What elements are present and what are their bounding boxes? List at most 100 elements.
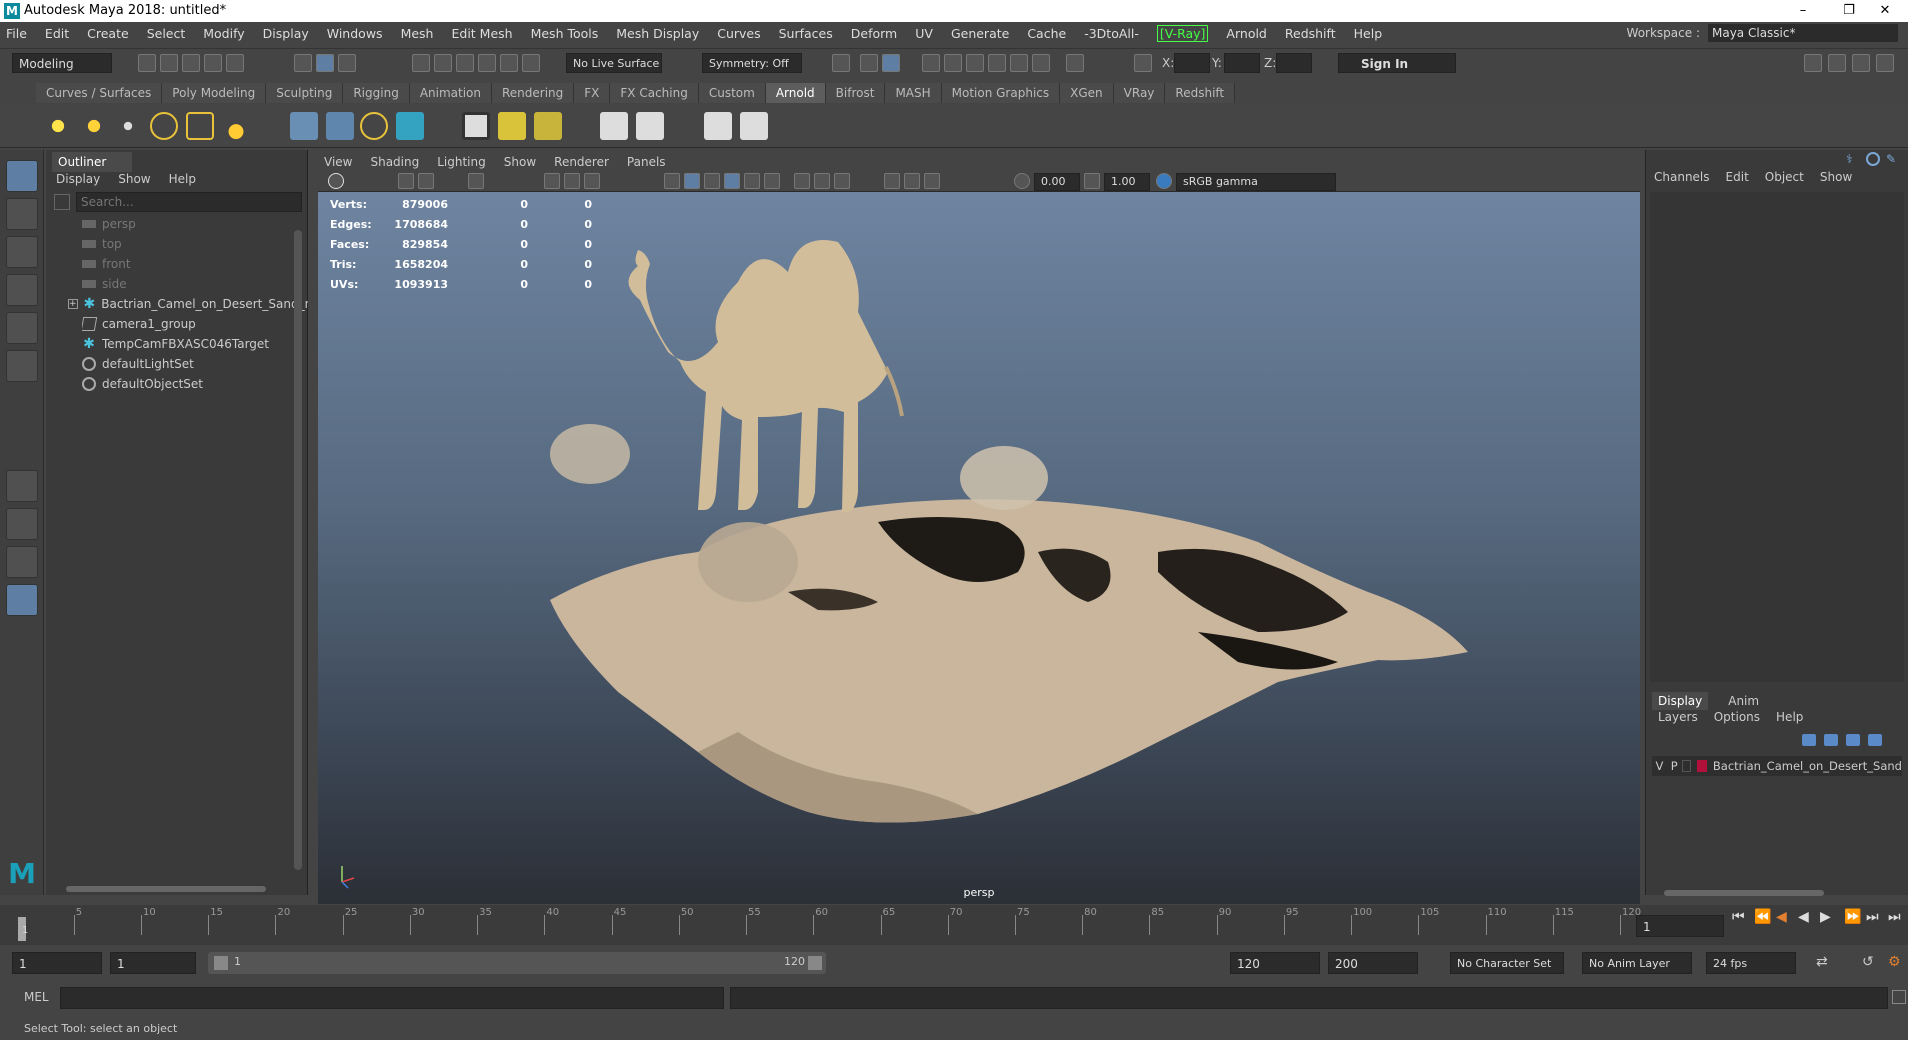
play-forwards-icon[interactable]: ▶ bbox=[1820, 909, 1831, 925]
snap-surface-icon[interactable] bbox=[500, 54, 518, 72]
single-perspective-layout-icon[interactable] bbox=[6, 470, 38, 502]
side-by-side-layout-icon[interactable] bbox=[6, 546, 38, 578]
outliner-item-camera1-group[interactable]: camera1_group bbox=[82, 314, 322, 334]
outliner-item-side[interactable]: side bbox=[82, 274, 322, 294]
select-component-icon[interactable] bbox=[338, 54, 356, 72]
channel-box-menu-object[interactable]: Object bbox=[1765, 170, 1804, 184]
redo-icon[interactable] bbox=[226, 54, 244, 72]
outliner-vertical-scrollbar[interactable] bbox=[294, 230, 302, 870]
textured-icon[interactable] bbox=[724, 173, 740, 189]
paint-select-tool-icon[interactable] bbox=[6, 236, 38, 268]
menu-surfaces[interactable]: Surfaces bbox=[779, 26, 833, 41]
channel-box-icon[interactable]: ⚕ bbox=[1846, 152, 1860, 166]
shelf-tab-redshift[interactable]: Redshift bbox=[1165, 83, 1236, 103]
shelf-tab-animation[interactable]: Animation bbox=[409, 83, 492, 103]
close-icon[interactable]: ✕ bbox=[1862, 0, 1908, 22]
play-backwards-icon[interactable]: ◀ bbox=[1798, 909, 1809, 925]
step-back-key-icon[interactable]: ◀ bbox=[1776, 909, 1787, 925]
resolution-gate-icon[interactable] bbox=[584, 173, 600, 189]
rotate-tool-icon[interactable] bbox=[6, 312, 38, 344]
character-set-dropdown[interactable]: No Character Set bbox=[1450, 952, 1564, 974]
channel-box-icon[interactable] bbox=[1876, 54, 1894, 72]
x-field[interactable] bbox=[1174, 53, 1210, 73]
layer-color-swatch[interactable] bbox=[1697, 760, 1707, 772]
shelf-tab-rendering[interactable]: Rendering bbox=[492, 83, 575, 103]
live-surface-field[interactable]: No Live Surface bbox=[566, 53, 662, 73]
display-layer-row[interactable]: V P Bactrian_Camel_on_Desert_Sand bbox=[1652, 756, 1902, 776]
viewport-menu-shading[interactable]: Shading bbox=[370, 155, 419, 169]
shelf-tab-motion-graphics[interactable]: Motion Graphics bbox=[941, 83, 1061, 103]
animation-start-field[interactable]: 1 bbox=[12, 952, 102, 974]
step-forward-frame-icon[interactable]: ⏭ bbox=[1866, 909, 1879, 925]
viewport-menu-view[interactable]: View bbox=[324, 155, 352, 169]
new-scene-icon[interactable] bbox=[138, 54, 156, 72]
menu-vray[interactable]: [V-Ray] bbox=[1156, 24, 1209, 42]
license-icon[interactable] bbox=[636, 112, 664, 140]
layer-visibility-toggle[interactable]: V bbox=[1652, 759, 1667, 773]
hypershade-icon[interactable] bbox=[966, 54, 984, 72]
volume-icon[interactable] bbox=[396, 112, 424, 140]
shelf-tab-mash[interactable]: MASH bbox=[885, 83, 942, 103]
z-field[interactable] bbox=[1276, 53, 1312, 73]
pause-icon[interactable] bbox=[1066, 54, 1084, 72]
filter-icon[interactable] bbox=[54, 194, 70, 210]
ipr-render-icon[interactable] bbox=[882, 54, 900, 72]
use-all-lights-icon[interactable] bbox=[744, 173, 760, 189]
isolate-select-icon[interactable] bbox=[884, 173, 900, 189]
layer-playback-toggle[interactable]: P bbox=[1667, 759, 1682, 773]
texture-icon[interactable] bbox=[498, 112, 526, 140]
channel-box-menu-channels[interactable]: Channels bbox=[1654, 170, 1710, 184]
channel-box-menu-show[interactable]: Show bbox=[1820, 170, 1852, 184]
layer-menu-options[interactable]: Options bbox=[1714, 710, 1760, 724]
viewport-menu-lighting[interactable]: Lighting bbox=[437, 155, 486, 169]
lasso-tool-icon[interactable] bbox=[6, 198, 38, 230]
anim-layer-dropdown[interactable]: No Anim Layer bbox=[1582, 952, 1692, 974]
viewport-menu-panels[interactable]: Panels bbox=[627, 155, 666, 169]
workspace-dropdown[interactable]: Maya Classic* bbox=[1708, 24, 1898, 42]
outliner-tab[interactable]: Outliner bbox=[52, 152, 132, 172]
photometric-light-icon[interactable] bbox=[114, 112, 142, 140]
mesh-light-icon[interactable] bbox=[80, 112, 108, 140]
menu-edit-mesh[interactable]: Edit Mesh bbox=[451, 26, 512, 41]
menu-mesh-tools[interactable]: Mesh Tools bbox=[531, 26, 599, 41]
curve-collector-icon[interactable] bbox=[360, 112, 388, 140]
loop-icon[interactable]: ⇄ bbox=[1816, 954, 1828, 970]
light-portal-icon[interactable] bbox=[186, 112, 214, 140]
light-editor-icon[interactable] bbox=[988, 54, 1006, 72]
menu-select[interactable]: Select bbox=[147, 26, 186, 41]
go-to-start-icon[interactable]: ⏮ bbox=[1732, 909, 1745, 925]
current-time-field[interactable]: 1 bbox=[1636, 915, 1724, 937]
menu-edit[interactable]: Edit bbox=[45, 26, 69, 41]
grease-pencil-icon[interactable] bbox=[468, 173, 484, 189]
new-layer-selected-icon[interactable] bbox=[1868, 734, 1882, 746]
viewport-menu-renderer[interactable]: Renderer bbox=[554, 155, 609, 169]
snap-curve-icon[interactable] bbox=[434, 54, 452, 72]
shelf-tab-fx[interactable]: FX bbox=[574, 83, 611, 103]
menu-3dtoall[interactable]: -3DtoAll- bbox=[1084, 26, 1139, 41]
range-slider[interactable]: 1 120 bbox=[208, 952, 826, 974]
sign-in-button[interactable]: Sign In bbox=[1338, 53, 1456, 73]
expand-icon[interactable]: + bbox=[68, 299, 78, 309]
save-scene-icon[interactable] bbox=[182, 54, 200, 72]
outliner-item-front[interactable]: front bbox=[82, 254, 322, 274]
wireframe-icon[interactable] bbox=[664, 173, 680, 189]
select-object-icon[interactable] bbox=[316, 54, 334, 72]
minimize-icon[interactable]: – bbox=[1780, 0, 1826, 22]
snap-view-icon[interactable] bbox=[478, 54, 496, 72]
arnold-render-icon[interactable] bbox=[1010, 54, 1028, 72]
motion-blur-icon[interactable] bbox=[814, 173, 830, 189]
tool-settings-icon[interactable] bbox=[1852, 54, 1870, 72]
render-frame-icon[interactable] bbox=[860, 54, 878, 72]
shelf-tab-vray[interactable]: VRay bbox=[1113, 83, 1166, 103]
outliner-item-tempcam-target[interactable]: ✱ TempCamFBXASC046Target bbox=[82, 334, 322, 354]
menu-deform[interactable]: Deform bbox=[851, 26, 897, 41]
menu-windows[interactable]: Windows bbox=[327, 26, 383, 41]
grid-icon[interactable] bbox=[544, 173, 560, 189]
outliner-menu-help[interactable]: Help bbox=[169, 172, 196, 186]
xray-icon[interactable] bbox=[904, 173, 920, 189]
channel-box-menu-edit[interactable]: Edit bbox=[1726, 170, 1749, 184]
skydome-light-icon[interactable] bbox=[150, 112, 178, 140]
undo-icon[interactable] bbox=[204, 54, 222, 72]
area-light-icon[interactable] bbox=[44, 112, 72, 140]
remove-texture-icon[interactable] bbox=[534, 112, 562, 140]
